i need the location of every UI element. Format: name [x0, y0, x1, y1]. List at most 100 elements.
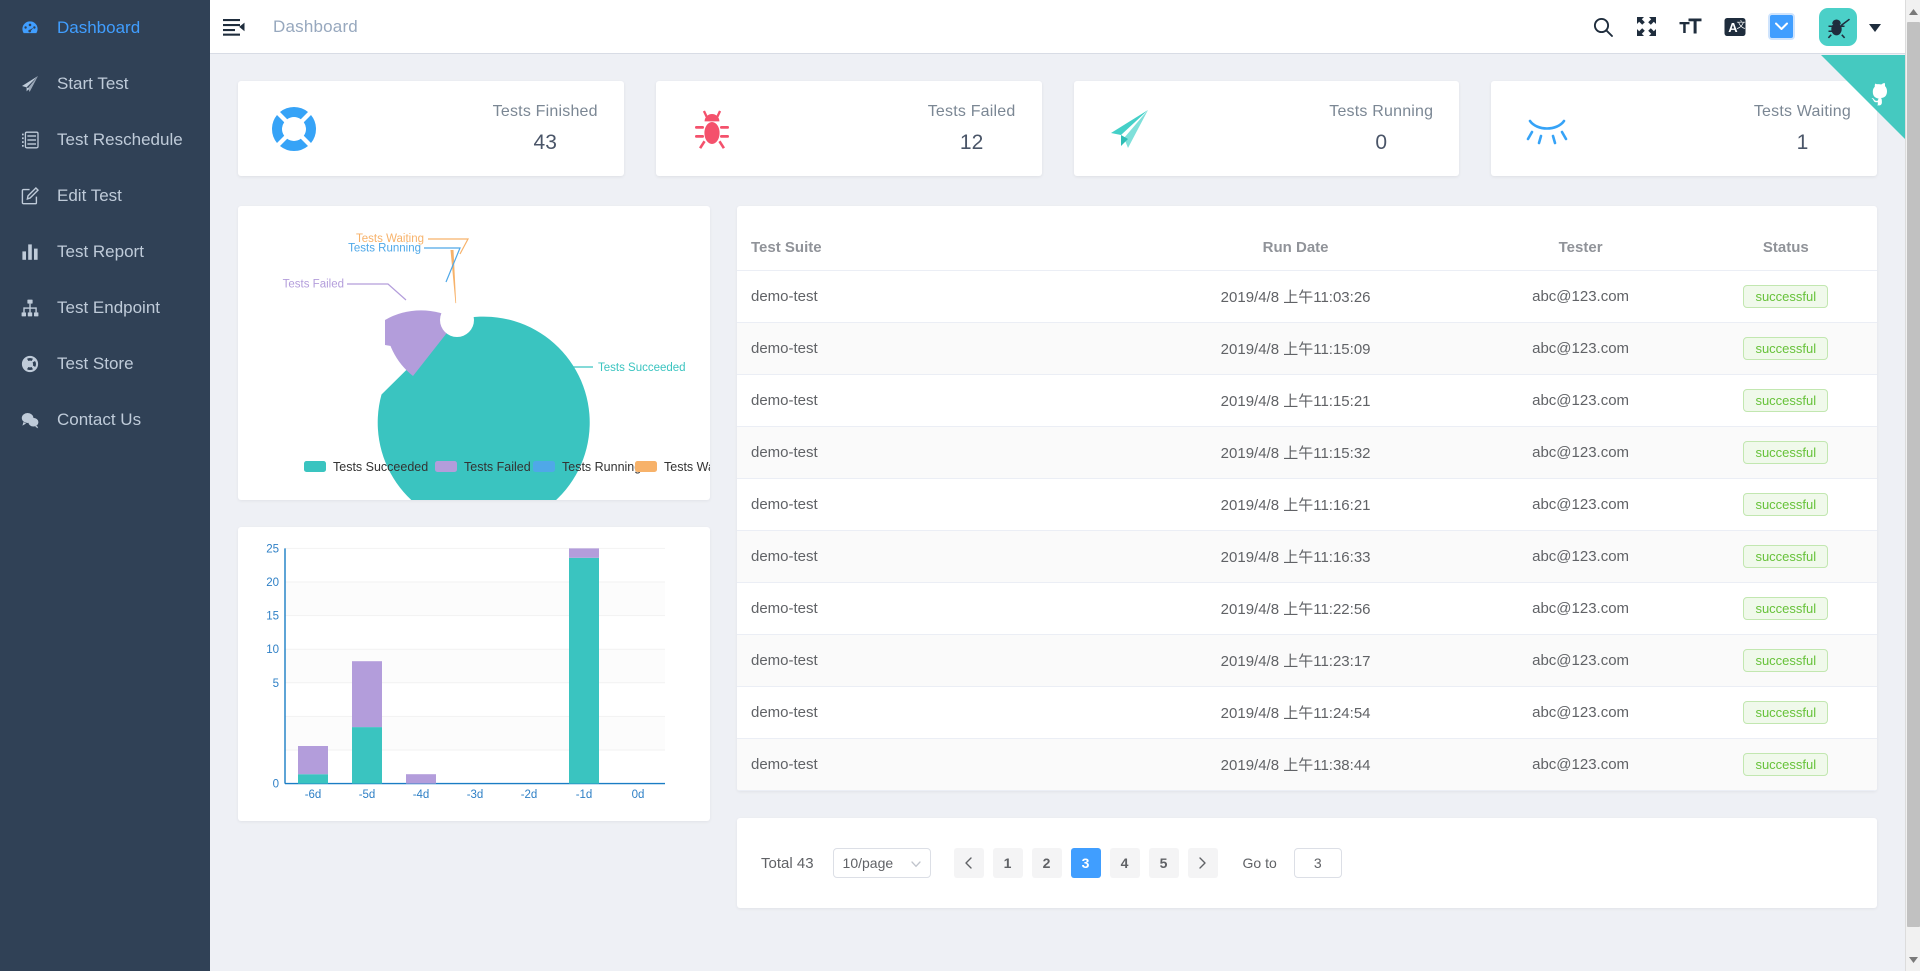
font-size-icon[interactable]	[1679, 16, 1702, 37]
breadcrumb[interactable]: Dashboard	[273, 17, 358, 37]
sidebar-item-test-report[interactable]: Test Report	[0, 224, 210, 280]
pagination-goto-label: Go to	[1242, 855, 1277, 871]
pie-annotation-tests-failed: Tests Failed	[283, 279, 344, 291]
svg-text:-6d: -6d	[305, 789, 322, 801]
page-scrollbar[interactable]	[1905, 0, 1920, 971]
cell-run-date: 2019/4/8 上午11:03:26	[1124, 270, 1467, 323]
table-row[interactable]: demo-test 2019/4/8 上午11:24:54 abc@123.com s…	[737, 686, 1877, 739]
pie-annotation-tests-running: Tests Running	[348, 243, 421, 255]
cell-tester: abc@123.com	[1466, 478, 1695, 531]
pagination-page-1[interactable]: 1	[992, 848, 1023, 878]
table-row[interactable]: demo-test 2019/4/8 上午11:03:26 abc@123.com s…	[737, 270, 1877, 323]
cell-status: successful	[1694, 374, 1877, 427]
cell-run-date: 2019/4/8 上午11:22:56	[1124, 582, 1467, 635]
sidebar-item-label: Edit Test	[57, 186, 122, 205]
main-content-area: Tests Finished 43 Tests Failed 12 Tests …	[210, 54, 1905, 971]
table-row[interactable]: demo-test 2019/4/8 上午11:15:21 abc@123.com s…	[737, 374, 1877, 427]
cell-test-suite: demo-test	[737, 530, 1125, 583]
sidebar-item-test-reschedule[interactable]: Test Reschedule	[0, 112, 210, 168]
sidebar-item-test-endpoint[interactable]: Test Endpoint	[0, 280, 210, 336]
hamburger-collapse-icon[interactable]	[223, 18, 245, 36]
status-badge: successful	[1743, 649, 1829, 672]
column-header-test-suite[interactable]: Test Suite	[737, 206, 1125, 271]
github-octocat-icon[interactable]	[1861, 81, 1895, 113]
pagination-page-2[interactable]: 2	[1031, 848, 1062, 878]
stat-text: Tests Finished 43	[493, 103, 598, 155]
eye-closed-icon	[1509, 112, 1585, 146]
translate-icon[interactable]: A 文	[1724, 17, 1746, 37]
chevron-down-button[interactable]	[1768, 13, 1795, 40]
sidebar-item-contact-us[interactable]: Contact Us	[0, 392, 210, 448]
bar-chart[interactable]: 252015 1050 -6d -5d -4d -3d -2d -1d 0d	[238, 527, 710, 821]
cell-tester: abc@123.com	[1466, 686, 1695, 739]
cell-status: successful	[1694, 426, 1877, 479]
cell-run-date: 2019/4/8 上午11:16:21	[1124, 478, 1467, 531]
stat-card-tests-failed[interactable]: Tests Failed 12	[655, 81, 1042, 176]
table-row[interactable]: demo-test 2019/4/8 上午11:15:32 abc@123.com s…	[737, 426, 1877, 479]
table-head: Test Suite Run Date Tester Status	[737, 206, 1877, 271]
scrollbar-thumb[interactable]	[1907, 22, 1920, 927]
stat-card-tests-waiting[interactable]: Tests Waiting 1	[1491, 81, 1877, 176]
chevron-down-icon	[910, 855, 921, 871]
sidebar-item-label: Start Test	[57, 74, 129, 93]
stat-value: 0	[1375, 130, 1388, 154]
sidebar-item-edit-test[interactable]: Edit Test	[0, 168, 210, 224]
stat-label: Tests Waiting	[1753, 102, 1851, 120]
pie-chart[interactable]: Tests Waiting Tests Running Tests Failed…	[238, 214, 710, 500]
fullscreen-icon[interactable]	[1636, 16, 1657, 37]
table-row[interactable]: demo-test 2019/4/8 上午11:23:17 abc@123.com s…	[737, 634, 1877, 687]
sidebar-item-test-store[interactable]: Test Store	[0, 336, 210, 392]
cell-tester: abc@123.com	[1466, 738, 1695, 791]
pagination-prev-button[interactable]	[953, 848, 984, 878]
bar-4d-failed	[406, 774, 436, 784]
svg-text:-2d: -2d	[521, 789, 538, 801]
bar-x-ticks: -6d -5d -4d -3d -2d -1d 0d	[305, 789, 645, 801]
charts-column: Tests Waiting Tests Running Tests Failed…	[238, 206, 710, 821]
cell-status: successful	[1694, 530, 1877, 583]
bug-avatar-icon[interactable]	[1819, 7, 1857, 46]
sidebar-item-start-test[interactable]: Start Test	[0, 56, 210, 112]
cell-run-date: 2019/4/8 上午11:24:54	[1124, 686, 1467, 739]
table-row[interactable]: demo-test 2019/4/8 上午11:16:21 abc@123.com s…	[737, 478, 1877, 531]
cell-status: successful	[1694, 686, 1877, 739]
lifebuoy-icon	[256, 105, 332, 153]
cell-run-date: 2019/4/8 上午11:16:33	[1124, 530, 1467, 583]
table-row[interactable]: demo-test 2019/4/8 上午11:16:33 abc@123.com s…	[737, 530, 1877, 583]
svg-text:0d: 0d	[632, 789, 645, 801]
column-header-status[interactable]: Status	[1694, 206, 1877, 271]
legend-label-succeeded: Tests Succeeded	[333, 460, 428, 474]
table-row[interactable]: demo-test 2019/4/8 上午11:22:56 abc@123.com s…	[737, 582, 1877, 635]
table-row[interactable]: demo-test 2019/4/8 上午11:38:44 abc@123.com s…	[737, 738, 1877, 791]
sidebar-item-label: Test Endpoint	[57, 298, 161, 317]
stat-value: 43	[533, 130, 557, 154]
stat-card-tests-finished[interactable]: Tests Finished 43	[238, 81, 624, 176]
cell-tester: abc@123.com	[1466, 374, 1695, 427]
pagination-next-button[interactable]	[1187, 848, 1218, 878]
scroll-up-arrow[interactable]	[1906, 3, 1920, 20]
stat-card-tests-running[interactable]: Tests Running 0	[1073, 81, 1460, 176]
cell-test-suite: demo-test	[737, 270, 1125, 323]
bar-chart-panel: 25 20 15 10 5 0 -6d -5d -4d -3d -2d -1d …	[238, 527, 710, 821]
page-size-select[interactable]: 10/page	[832, 848, 931, 878]
search-icon[interactable]	[1592, 16, 1614, 38]
sidebar-item-dashboard[interactable]: Dashboard	[0, 0, 210, 56]
chat-icon	[17, 410, 43, 430]
status-badge: successful	[1743, 389, 1829, 412]
bar-chart-icon	[17, 242, 43, 262]
cell-test-suite: demo-test	[737, 426, 1125, 479]
table-column: Test Suite Run Date Tester Status demo-t…	[737, 206, 1877, 908]
bug-icon	[674, 106, 750, 152]
pagination-page-3[interactable]: 3	[1070, 848, 1101, 878]
table-row[interactable]: demo-test 2019/4/8 上午11:15:09 abc@123.com s…	[737, 322, 1877, 375]
pagination-goto-input[interactable]	[1293, 848, 1342, 878]
caret-down-icon[interactable]	[1869, 19, 1881, 37]
cell-run-date: 2019/4/8 上午11:15:21	[1124, 374, 1467, 427]
paper-plane-icon	[17, 74, 43, 94]
pagination-page-5[interactable]: 5	[1148, 848, 1179, 878]
svg-text:15: 15	[266, 611, 279, 623]
column-header-tester[interactable]: Tester	[1466, 206, 1695, 271]
pagination-page-4[interactable]: 4	[1109, 848, 1140, 878]
cell-tester: abc@123.com	[1466, 270, 1695, 323]
column-header-run-date[interactable]: Run Date	[1124, 206, 1467, 271]
scroll-down-arrow[interactable]	[1906, 951, 1920, 968]
